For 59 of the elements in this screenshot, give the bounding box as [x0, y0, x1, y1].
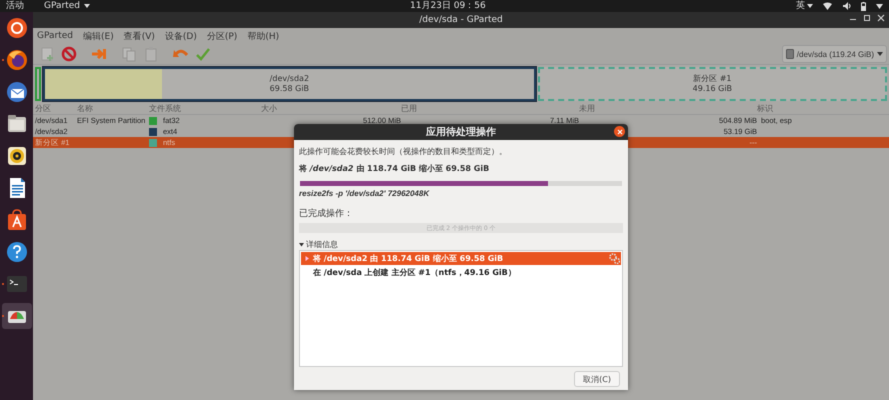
close-icon[interactable] [877, 14, 885, 22]
list-item[interactable]: 在 /dev/sda 上创建 主分区 #1（ntfs，49.16 GiB） [301, 266, 621, 280]
menu-item[interactable]: 分区(P) [206, 30, 238, 42]
menu-item[interactable]: 编辑(E) [83, 30, 114, 42]
speaker-icon [6, 145, 28, 167]
checkmark-icon[interactable] [195, 46, 211, 62]
caret-icon[interactable] [877, 51, 883, 57]
battery-icon[interactable] [861, 2, 866, 10]
menu-item[interactable]: GParted [37, 31, 73, 41]
maximize-icon[interactable] [863, 14, 871, 22]
partition-block[interactable]: 新分区 #1 49.16 GiB [538, 67, 887, 101]
volume-icon[interactable] [842, 2, 851, 10]
mail-icon [6, 81, 28, 103]
column-header[interactable]: 标识 [757, 103, 857, 114]
ubuntu-logo-icon [6, 17, 28, 39]
launcher-button[interactable] [2, 303, 32, 329]
menu-item[interactable]: 设备(D) [164, 30, 197, 42]
partition-size: 49.16 GiB [692, 84, 732, 94]
wifi-icon[interactable] [823, 2, 832, 10]
column-header[interactable]: 未用 [579, 103, 757, 114]
list-item[interactable]: 将 /dev/sda2 由 118.74 GiB 缩小至 69.58 GiB [301, 252, 621, 266]
partition-label: /dev/sda2 [270, 74, 310, 84]
browser-icon [6, 49, 28, 71]
menu-item[interactable]: 帮助(H) [247, 30, 280, 42]
close-button[interactable] [614, 126, 625, 137]
menu-item[interactable]: 查看(V) [124, 30, 155, 42]
column-header[interactable]: 名称 [77, 103, 149, 114]
partition-block[interactable]: /dev/sda2 69.58 GiB [43, 67, 536, 101]
clock[interactable]: 11月23日 09：56 [410, 0, 486, 12]
caret-icon[interactable] [876, 2, 883, 10]
operation-text: 将 /dev/sda2 由 118.74 GiB 缩小至 69.58 GiB [299, 163, 490, 174]
column-header[interactable]: 分区 [35, 103, 77, 114]
window-title: /dev/sda - GParted [419, 15, 503, 25]
partition-label: 新分区 #1 [693, 74, 732, 84]
expander-label[interactable]: 详细信息 [306, 238, 338, 250]
caret-icon[interactable] [807, 3, 813, 9]
shopping-bag-icon [6, 209, 28, 231]
completed-label: 已完成操作： [299, 208, 354, 220]
folder-icon [6, 113, 28, 135]
help-icon [6, 241, 28, 263]
app-menu[interactable]: GParted [44, 0, 80, 12]
terminal-icon [6, 273, 28, 295]
activities-button[interactable]: 活动 [6, 0, 24, 12]
dialog-message: 此操作可能会花费较长时间（视操作的数目和类型而定）。 [299, 146, 508, 157]
dialog-title: 应用待处理操作 [426, 125, 496, 139]
list-item-text: 将 /dev/sda2 由 118.74 GiB 缩小至 69.58 GiB [313, 253, 504, 264]
list-item-text: 在 /dev/sda 上创建 主分区 #1（ntfs，49.16 GiB） [313, 267, 516, 278]
drive-icon [786, 49, 794, 59]
caret-icon[interactable] [84, 3, 90, 9]
expander-arrow[interactable] [299, 242, 304, 247]
command-text: resize2fs -p '/dev/sda2' 72962048K [299, 188, 430, 198]
input-method[interactable]: 英 [796, 0, 805, 12]
device-selector[interactable]: /dev/sda (119.24 GiB) [782, 45, 887, 63]
delete-icon[interactable] [61, 46, 77, 62]
partition-size: 69.58 GiB [270, 84, 310, 94]
column-header[interactable]: 文件系统 [149, 103, 261, 114]
column-header[interactable]: 已用 [401, 103, 579, 114]
column-header[interactable]: 大小 [261, 103, 401, 114]
cancel-button[interactable]: 取消(C) [574, 371, 620, 387]
